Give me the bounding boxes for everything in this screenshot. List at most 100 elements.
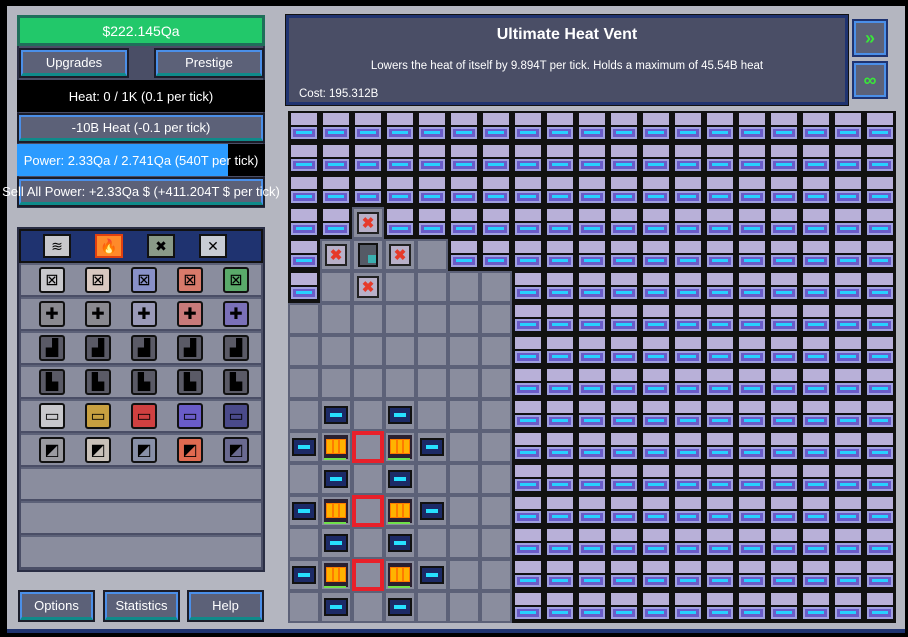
grid-cell-vent[interactable] bbox=[576, 527, 608, 559]
grid-cell-empty[interactable] bbox=[352, 367, 384, 399]
grid-cell-vent[interactable] bbox=[544, 431, 576, 463]
grid-cell-vent[interactable] bbox=[704, 239, 736, 271]
grid-cell-vent[interactable] bbox=[416, 207, 448, 239]
grid-cell-vent[interactable] bbox=[832, 463, 864, 495]
grid-cell-vent[interactable] bbox=[672, 335, 704, 367]
reactor-platings-part-5[interactable]: ◩ bbox=[223, 437, 249, 463]
grid-cell-vent[interactable] bbox=[672, 527, 704, 559]
heat-tab[interactable]: 🔥 bbox=[95, 234, 123, 258]
grid-cell-vent[interactable] bbox=[576, 239, 608, 271]
grid-cell-vent[interactable] bbox=[544, 143, 576, 175]
grid-cell-vent[interactable] bbox=[544, 207, 576, 239]
grid-cell-vent[interactable] bbox=[800, 367, 832, 399]
grid-cell-vent[interactable] bbox=[704, 559, 736, 591]
grid-cell-vent[interactable] bbox=[832, 303, 864, 335]
grid-cell-empty[interactable] bbox=[448, 303, 480, 335]
grid-cell-empty[interactable] bbox=[480, 559, 512, 591]
grid-cell-vent[interactable] bbox=[832, 527, 864, 559]
grid-cell-empty[interactable] bbox=[320, 367, 352, 399]
grid-cell-vent[interactable] bbox=[544, 559, 576, 591]
grid-cell-empty[interactable] bbox=[352, 399, 384, 431]
grid-cell-vent[interactable] bbox=[544, 527, 576, 559]
grid-cell-vent[interactable] bbox=[736, 399, 768, 431]
grid-cell-vent[interactable] bbox=[352, 175, 384, 207]
grid-cell-vent[interactable] bbox=[864, 431, 896, 463]
heat-outlets-part-4[interactable]: ▙ bbox=[177, 369, 203, 395]
grid-cell-vent[interactable] bbox=[320, 111, 352, 143]
grid-cell-vent[interactable] bbox=[640, 399, 672, 431]
heat-outlets-part-5[interactable]: ▙ bbox=[223, 369, 249, 395]
grid-cell-empty[interactable] bbox=[448, 367, 480, 399]
grid-cell-empty[interactable] bbox=[416, 367, 448, 399]
heat-exchangers-part-4[interactable]: ✚ bbox=[177, 301, 203, 327]
statistics-button[interactable]: Statistics bbox=[103, 590, 180, 622]
vents-part-5[interactable]: ⊠ bbox=[223, 267, 249, 293]
grid-cell-vent[interactable] bbox=[608, 495, 640, 527]
grid-cell-empty[interactable] bbox=[448, 463, 480, 495]
grid-cell-vent[interactable] bbox=[512, 527, 544, 559]
grid-cell-empty[interactable] bbox=[320, 303, 352, 335]
grid-cell-empty[interactable] bbox=[288, 527, 320, 559]
grid-cell-vent[interactable] bbox=[736, 303, 768, 335]
grid-cell-empty[interactable] bbox=[288, 367, 320, 399]
vents-part-1[interactable]: ⊠ bbox=[39, 267, 65, 293]
grid-cell-empty[interactable] bbox=[352, 527, 384, 559]
grid-cell-vent[interactable] bbox=[608, 271, 640, 303]
grid-cell-vent[interactable] bbox=[448, 207, 480, 239]
grid-cell-vent[interactable] bbox=[608, 143, 640, 175]
grid-cell-vent[interactable] bbox=[640, 495, 672, 527]
grid-cell-empty[interactable] bbox=[480, 271, 512, 303]
grid-cell-vent[interactable] bbox=[864, 335, 896, 367]
grid-cell-vent[interactable] bbox=[736, 143, 768, 175]
grid-cell-vent[interactable] bbox=[832, 335, 864, 367]
grid-cell-empty[interactable] bbox=[288, 591, 320, 623]
grid-cell-vent[interactable] bbox=[544, 175, 576, 207]
grid-cell-vent[interactable] bbox=[608, 399, 640, 431]
grid-cell-heat-exchanger[interactable] bbox=[288, 495, 320, 527]
grid-cell-heat-exchanger[interactable] bbox=[384, 591, 416, 623]
grid-cell-empty[interactable] bbox=[288, 335, 320, 367]
grid-cell-vent[interactable] bbox=[736, 591, 768, 623]
grid-cell-vent[interactable] bbox=[672, 399, 704, 431]
grid-cell-vent[interactable] bbox=[512, 111, 544, 143]
grid-cell-capacitor-part[interactable] bbox=[352, 239, 384, 271]
grid-cell-vent[interactable] bbox=[640, 111, 672, 143]
grid-cell-vent[interactable] bbox=[832, 175, 864, 207]
grid-cell-vent[interactable] bbox=[512, 463, 544, 495]
grid-cell-vent[interactable] bbox=[640, 175, 672, 207]
grid-cell-vent[interactable] bbox=[800, 271, 832, 303]
grid-cell-vent[interactable] bbox=[384, 111, 416, 143]
grid-cell-vent[interactable] bbox=[736, 559, 768, 591]
grid-cell-vent[interactable] bbox=[704, 495, 736, 527]
grid-cell-vent[interactable] bbox=[704, 207, 736, 239]
grid-cell-empty[interactable] bbox=[448, 335, 480, 367]
grid-cell-vent[interactable] bbox=[480, 175, 512, 207]
grid-cell-vent[interactable] bbox=[800, 559, 832, 591]
grid-cell-vent[interactable] bbox=[800, 527, 832, 559]
heat-exchangers-part-5[interactable]: ✚ bbox=[223, 301, 249, 327]
grid-cell-vent[interactable] bbox=[512, 431, 544, 463]
grid-cell-empty[interactable] bbox=[416, 335, 448, 367]
grid-cell-vent[interactable] bbox=[768, 559, 800, 591]
grid-cell-empty[interactable] bbox=[384, 367, 416, 399]
grid-cell-vent[interactable] bbox=[640, 271, 672, 303]
grid-cell-empty[interactable] bbox=[288, 399, 320, 431]
grid-cell-vent[interactable] bbox=[544, 335, 576, 367]
coolant-cells-part-3[interactable]: ▭ bbox=[131, 403, 157, 429]
grid-cell-vent[interactable] bbox=[832, 399, 864, 431]
grid-cell-vent[interactable] bbox=[800, 495, 832, 527]
grid-cell-vent[interactable] bbox=[512, 271, 544, 303]
grid-cell-vent[interactable] bbox=[576, 303, 608, 335]
grid-cell-vent[interactable] bbox=[736, 111, 768, 143]
grid-cell-vent[interactable] bbox=[768, 495, 800, 527]
grid-cell-vent[interactable] bbox=[608, 463, 640, 495]
grid-cell-vent[interactable] bbox=[640, 431, 672, 463]
grid-cell-vent[interactable] bbox=[608, 175, 640, 207]
grid-cell-vent[interactable] bbox=[736, 239, 768, 271]
prestige-button[interactable]: Prestige bbox=[154, 48, 264, 78]
grid-cell-empty[interactable] bbox=[384, 335, 416, 367]
grid-cell-vent[interactable] bbox=[640, 303, 672, 335]
grid-cell-vent[interactable] bbox=[864, 303, 896, 335]
grid-cell-vent[interactable] bbox=[544, 495, 576, 527]
grid-cell-heat-exchanger[interactable] bbox=[320, 463, 352, 495]
